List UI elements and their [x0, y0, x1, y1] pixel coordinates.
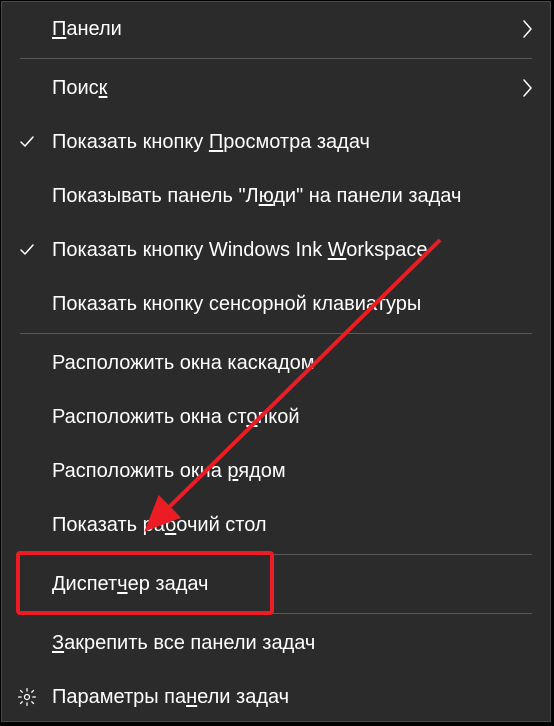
- menu-item-label: Диспетчер задач: [52, 573, 550, 596]
- menu-item-label: Показать кнопку сенсорной клавиатуры: [52, 293, 550, 316]
- chevron-right-icon: [512, 78, 542, 98]
- menu-item-label: Показать кнопку Просмотра задач: [52, 131, 550, 154]
- menu-item-show-desktop[interactable]: Показать рабочий стол: [2, 498, 550, 552]
- menu-separator: [20, 58, 532, 59]
- gear-icon: [2, 687, 52, 707]
- menu-item-show-people[interactable]: Показывать панель "Люди" на панели задач: [2, 169, 550, 223]
- menu-item-side-by-side[interactable]: Расположить окна рядом: [2, 444, 550, 498]
- menu-item-show-touch-kbd[interactable]: Показать кнопку сенсорной клавиатуры: [2, 277, 550, 331]
- menu-item-taskbar-settings[interactable]: Параметры панели задач: [2, 670, 550, 724]
- menu-item-label: Показать кнопку Windows Ink Workspace: [52, 239, 550, 262]
- menu-item-label: Показывать панель "Люди" на панели задач: [52, 185, 550, 208]
- menu-item-label: Панели: [52, 18, 512, 41]
- menu-item-label: Параметры панели задач: [52, 686, 550, 709]
- taskbar-context-menu: Панели Поиск Показать кнопку Просмотра зад…: [1, 1, 551, 722]
- check-icon: [2, 133, 52, 151]
- menu-item-search[interactable]: Поиск: [2, 61, 550, 115]
- menu-item-cascade[interactable]: Расположить окна каскадом: [2, 336, 550, 390]
- menu-item-label: Расположить окна каскадом: [52, 352, 550, 375]
- menu-separator: [20, 554, 532, 555]
- menu-item-label: Показать рабочий стол: [52, 514, 550, 537]
- menu-item-show-ink[interactable]: Показать кнопку Windows Ink Workspace: [2, 223, 550, 277]
- menu-item-lock-taskbar[interactable]: Закрепить все панели задач: [2, 616, 550, 670]
- menu-item-label: Расположить окна стопкой: [52, 406, 550, 429]
- menu-item-show-taskview[interactable]: Показать кнопку Просмотра задач: [2, 115, 550, 169]
- menu-item-label: Поиск: [52, 77, 512, 100]
- menu-item-label: Закрепить все панели задач: [52, 632, 550, 655]
- check-icon: [2, 241, 52, 259]
- menu-item-task-manager[interactable]: Диспетчер задач: [2, 557, 550, 611]
- chevron-right-icon: [512, 19, 542, 39]
- menu-item-label: Расположить окна рядом: [52, 460, 550, 483]
- menu-separator: [20, 333, 532, 334]
- menu-item-stack[interactable]: Расположить окна стопкой: [2, 390, 550, 444]
- menu-separator: [20, 613, 532, 614]
- menu-item-panels[interactable]: Панели: [2, 2, 550, 56]
